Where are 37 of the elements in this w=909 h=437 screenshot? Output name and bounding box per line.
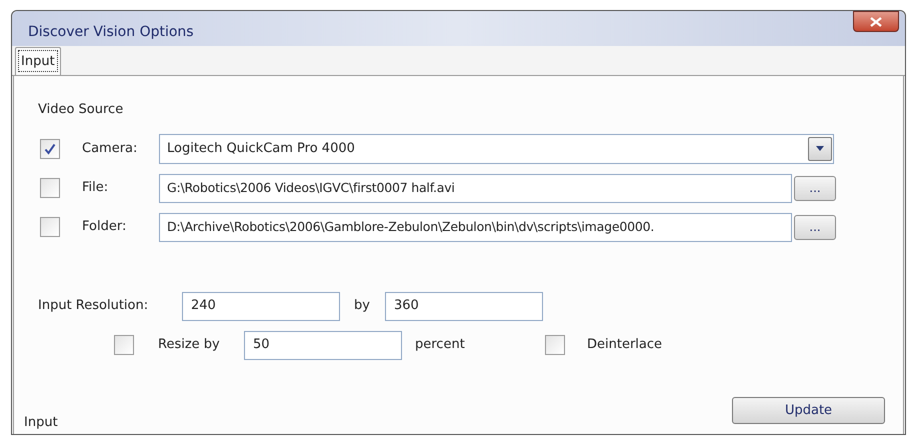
check-icon [44,142,56,154]
checkbox-label: Resize by [158,336,221,354]
update-button[interactable]: Update [732,397,885,424]
field-value: 50 [253,336,270,354]
field-label: File: [82,179,110,198]
path-field[interactable]: G:\Robotics\2006 Videos\IGVC\first0007 half.avi [159,174,792,202]
field-value: 360 [394,297,419,316]
checkbox[interactable] [40,138,60,158]
caret-icon [816,146,824,151]
unit-label: percent [415,336,466,354]
field-value: D:\Archive\Robotics\2006\Gamblore-Zebulon\Zebulon\bin\dv\scripts\image0000. [167,218,654,236]
dropdown-arrow-button[interactable] [808,136,832,160]
tab[interactable]: Input [15,47,61,75]
status-text: Input [24,414,58,432]
checkbox[interactable] [114,335,134,355]
field-label: Input Resolution: [38,297,150,316]
path-field[interactable]: D:\Archive\Robotics\2006\Gamblore-Zebulon\Zebulon\bin\dv\scripts\image0000. [159,212,792,242]
window-title: Discover Vision Options [28,23,194,42]
browse-button[interactable]: ... [794,176,836,200]
height-field[interactable]: 360 [385,292,543,320]
checkbox-label: Deinterlace [587,336,662,354]
camera-dropdown[interactable]: Logitech QuickCam Pro 4000 [159,134,834,164]
checkbox[interactable] [40,217,60,237]
width-field[interactable]: 240 [182,292,340,320]
resize-field[interactable]: 50 [244,330,402,360]
group-label: Video Source [38,101,124,119]
field-value: G:\Robotics\2006 Videos\IGVC\first0007 half.avi [167,178,455,197]
field-value: 240 [191,297,216,316]
field-label: Camera: [82,140,138,158]
field-label: by [354,297,371,316]
checkbox[interactable] [545,335,565,355]
dropdown-value: Logitech QuickCam Pro 4000 [167,140,355,158]
close-button[interactable] [853,11,899,32]
close-icon [870,16,882,26]
browse-button[interactable]: ... [794,214,836,240]
checkbox[interactable] [40,178,60,198]
field-label: Folder: [82,218,128,236]
